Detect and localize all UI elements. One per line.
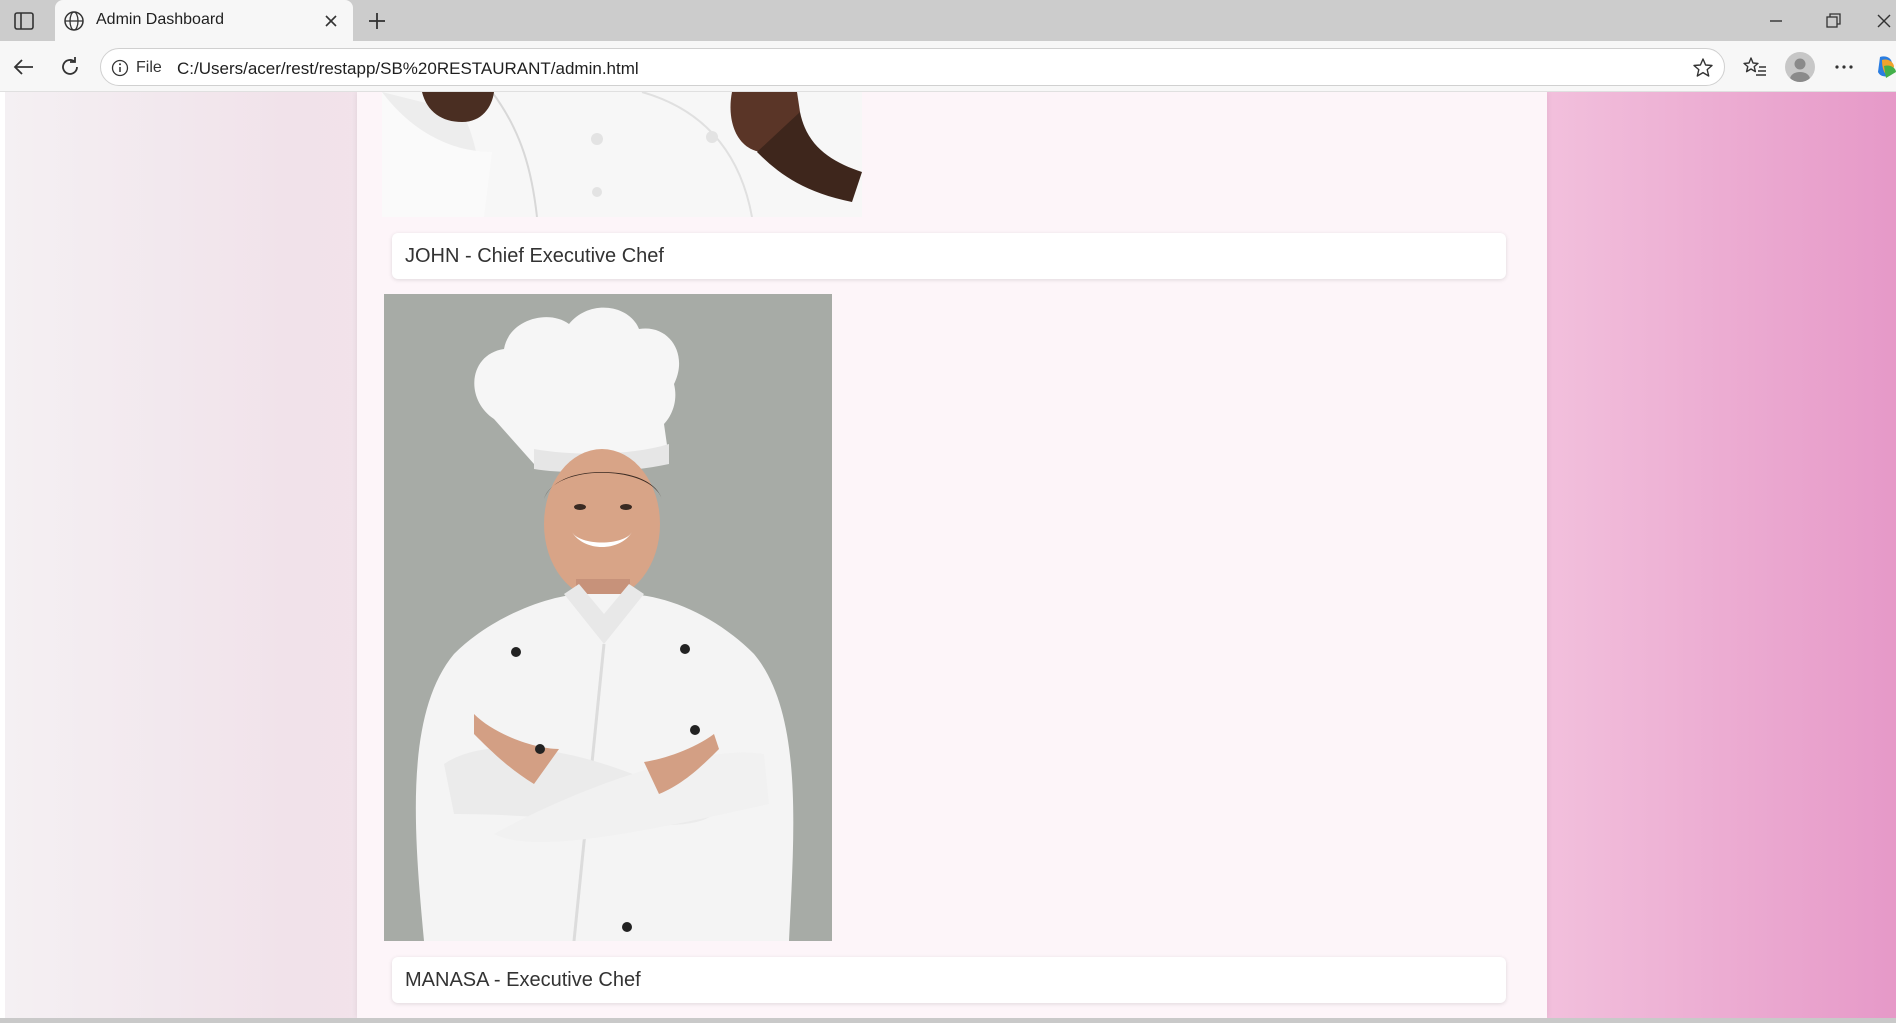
browser-tab[interactable]: Admin Dashboard xyxy=(55,0,353,41)
address-scheme-label: File xyxy=(136,59,162,76)
info-icon[interactable] xyxy=(111,59,129,77)
close-icon[interactable] xyxy=(321,11,341,31)
chef-photo-john xyxy=(382,92,862,217)
window-bottom-border xyxy=(0,1018,1896,1023)
chef-caption: MANASA - Executive Chef xyxy=(392,957,1506,1003)
address-bar[interactable]: File C:/Users/acer/rest/restapp/SB%20RES… xyxy=(100,48,1725,86)
profile-avatar[interactable] xyxy=(1785,52,1815,82)
chef-photo-manasa xyxy=(384,294,832,941)
favorites-icon[interactable] xyxy=(1741,53,1769,81)
more-icon[interactable] xyxy=(1830,53,1858,81)
copilot-icon[interactable] xyxy=(1874,54,1896,80)
back-arrow-icon[interactable] xyxy=(10,53,38,81)
chef-caption: JOHN - Chief Executive Chef xyxy=(392,233,1506,279)
restore-icon[interactable] xyxy=(1819,10,1847,32)
browser-toolbar: File C:/Users/acer/rest/restapp/SB%20RES… xyxy=(0,41,1896,92)
chefs-container: JOHN - Chief Executive Chef MANASA - Exe… xyxy=(357,92,1547,1018)
minimize-icon[interactable] xyxy=(1762,12,1790,32)
page-viewport: JOHN - Chief Executive Chef MANASA - Exe… xyxy=(5,92,1896,1018)
star-icon[interactable] xyxy=(1691,56,1715,80)
reload-icon[interactable] xyxy=(56,53,84,81)
window-close-icon[interactable] xyxy=(1874,10,1896,32)
address-url[interactable]: C:/Users/acer/rest/restapp/SB%20RESTAURA… xyxy=(177,59,639,79)
plus-icon[interactable] xyxy=(364,8,390,34)
tab-bar: Admin Dashboard xyxy=(0,0,1896,41)
tab-title: Admin Dashboard xyxy=(96,11,225,28)
globe-icon xyxy=(63,10,85,32)
tab-actions-icon[interactable] xyxy=(10,8,38,34)
